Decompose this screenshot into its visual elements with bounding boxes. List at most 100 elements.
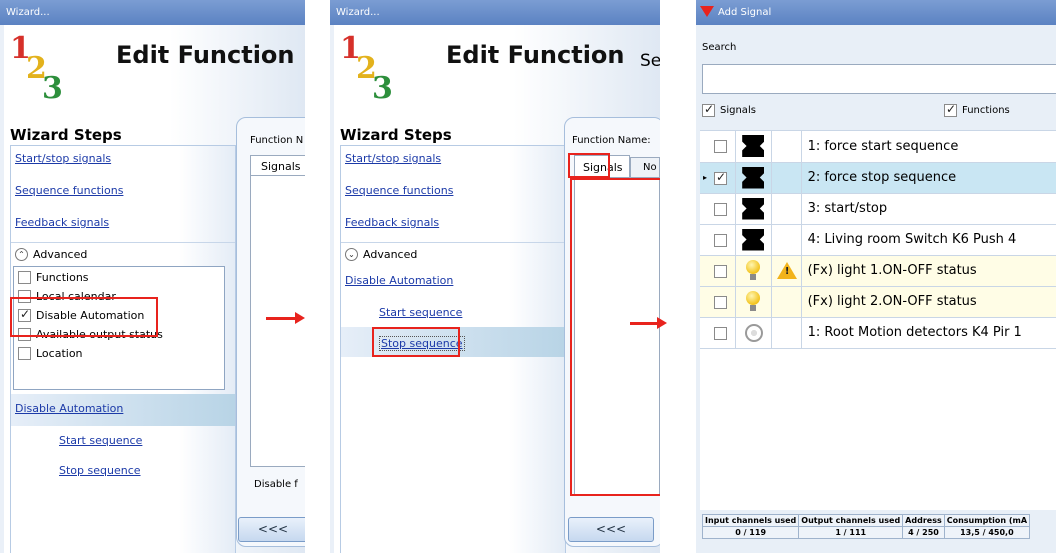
row-label: 1: Root Motion detectors K4 Pir 1 bbox=[807, 325, 1022, 340]
highlight-disable-automation bbox=[10, 297, 158, 337]
option-functions: Functions bbox=[36, 271, 89, 284]
highlight-signals-list bbox=[570, 178, 660, 496]
value-input-channels: 0 / 119 bbox=[701, 526, 800, 539]
table-row[interactable]: 1: force start sequence bbox=[700, 131, 1056, 163]
page-title: Edit Function bbox=[116, 41, 295, 69]
header-input-channels: Input channels used bbox=[701, 514, 800, 527]
functions-filter-label: Functions bbox=[962, 105, 1010, 116]
row-pointer-icon: ▸ bbox=[703, 172, 708, 182]
link-start-stop-signals[interactable]: Start/stop signals bbox=[15, 152, 111, 165]
table-row[interactable]: ▸ 2: force stop sequence bbox=[700, 162, 1056, 194]
wizard-content: 1 2 3 Edit Function Wizard Steps Start/s… bbox=[4, 25, 305, 553]
value-output-channels: 1 / 111 bbox=[798, 526, 904, 539]
checkbox-location[interactable] bbox=[18, 347, 31, 360]
search-label: Search bbox=[702, 42, 737, 53]
row-checkbox[interactable] bbox=[714, 170, 727, 185]
table-row[interactable]: 4: Living room Switch K6 Push 4 bbox=[700, 224, 1056, 256]
advanced-label: Advanced bbox=[363, 248, 418, 261]
dialog-title: Add Signal bbox=[718, 7, 772, 18]
header-consumption: Consumption (mA bbox=[943, 514, 1031, 527]
logo-123: 1 2 3 bbox=[340, 31, 393, 106]
link-start-sequence[interactable]: Start sequence bbox=[379, 306, 462, 319]
checkbox-functions[interactable] bbox=[18, 271, 31, 284]
row-label: 4: Living room Switch K6 Push 4 bbox=[807, 232, 1017, 247]
link-disable-automation[interactable]: Disable Automation bbox=[15, 402, 123, 415]
tab-signals[interactable]: Signals bbox=[250, 155, 305, 175]
tab-notes[interactable]: No bbox=[630, 157, 660, 177]
row-label: 1: force start sequence bbox=[807, 138, 959, 154]
expand-icon[interactable]: ⌄ bbox=[345, 248, 358, 261]
add-signal-dialog: Add Signal Search Signals Functions 1: f… bbox=[696, 0, 1056, 553]
signal-grid: 1: force start sequence ▸ 2: force stop … bbox=[700, 130, 1056, 510]
row-label: 3: start/stop bbox=[807, 201, 888, 216]
switch-icon bbox=[742, 228, 765, 251]
arrow-right bbox=[266, 312, 305, 324]
wizard-steps-box: Start/stop signals Sequence functions Fe… bbox=[10, 145, 236, 553]
wizard-steps-title: Wizard Steps bbox=[10, 126, 122, 144]
header-output-channels: Output channels used bbox=[798, 514, 904, 527]
row-checkbox[interactable] bbox=[714, 140, 727, 153]
option-location: Location bbox=[36, 347, 83, 360]
tab-label: No bbox=[643, 162, 657, 173]
value-address: 4 / 250 bbox=[902, 526, 945, 539]
link-sequence-functions[interactable]: Sequence functions bbox=[15, 184, 123, 197]
resource-summary: Input channels used Output channels used… bbox=[701, 514, 1031, 539]
bulb-base bbox=[750, 273, 757, 280]
table-row[interactable]: (Fx) light 2.ON-OFF status bbox=[700, 286, 1056, 318]
link-disable-automation[interactable]: Disable Automation bbox=[345, 274, 453, 287]
disable-label: Disable f bbox=[254, 479, 298, 490]
table-row[interactable]: 1: Root Motion detectors K4 Pir 1 bbox=[700, 317, 1056, 349]
row-checkbox[interactable] bbox=[714, 202, 727, 216]
search-input[interactable] bbox=[702, 64, 1056, 94]
window-title: Wizard... bbox=[330, 0, 660, 25]
arrow-right bbox=[630, 317, 667, 329]
collapse-icon[interactable]: ⌃ bbox=[15, 248, 28, 261]
motion-sensor-icon bbox=[745, 323, 764, 342]
link-feedback-signals[interactable]: Feedback signals bbox=[15, 216, 109, 229]
row-label: 2: force stop sequence bbox=[807, 170, 957, 185]
logo-123: 1 2 3 bbox=[10, 31, 63, 106]
table-row[interactable]: ! (Fx) light 1.ON-OFF status bbox=[700, 255, 1056, 287]
row-label: (Fx) light 1.ON-OFF status bbox=[807, 263, 977, 278]
row-label: (Fx) light 2.ON-OFF status bbox=[807, 294, 977, 309]
funnel-icon bbox=[700, 6, 714, 17]
warning-mark: ! bbox=[784, 265, 790, 277]
link-start-sequence[interactable]: Start sequence bbox=[59, 434, 142, 447]
signals-filter-label: Signals bbox=[720, 105, 756, 116]
bulb-icon bbox=[746, 290, 761, 305]
bulb-icon bbox=[746, 259, 761, 274]
function-name-label: Function N bbox=[250, 135, 304, 146]
switch-icon bbox=[742, 166, 765, 189]
row-checkbox[interactable] bbox=[714, 295, 727, 309]
row-checkbox[interactable] bbox=[714, 326, 727, 340]
switch-icon bbox=[742, 197, 765, 220]
window-title: Wizard... bbox=[0, 0, 305, 25]
highlight-signals-tab bbox=[568, 153, 610, 178]
link-feedback-signals[interactable]: Feedback signals bbox=[345, 216, 439, 229]
header-address: Address bbox=[902, 514, 945, 527]
advanced-label: Advanced bbox=[33, 248, 88, 261]
signals-filter-checkbox[interactable] bbox=[702, 102, 715, 117]
wizard-steps-title: Wizard Steps bbox=[340, 126, 452, 144]
back-button[interactable]: <<< bbox=[238, 517, 305, 542]
row-checkbox[interactable] bbox=[714, 233, 727, 247]
divider bbox=[11, 242, 235, 243]
back-button[interactable]: <<< bbox=[568, 517, 654, 542]
link-sequence-functions[interactable]: Sequence functions bbox=[345, 184, 453, 197]
link-stop-sequence[interactable]: Stop sequence bbox=[59, 464, 141, 477]
value-consumption: 13,5 / 450,0 bbox=[943, 526, 1031, 539]
wizard-panel-2: Wizard... 1 2 3 Edit Function Se Wizard … bbox=[330, 0, 660, 553]
function-name-label: Function Name: bbox=[572, 135, 651, 146]
dialog-title-bar: Add Signal bbox=[696, 0, 1056, 25]
link-start-stop-signals[interactable]: Start/stop signals bbox=[345, 152, 441, 165]
table-row[interactable]: 3: start/stop bbox=[700, 193, 1056, 225]
row-checkbox[interactable] bbox=[714, 264, 727, 278]
functions-filter-checkbox[interactable] bbox=[944, 102, 957, 117]
highlight-stop-sequence bbox=[372, 327, 460, 357]
signal-table: 1: force start sequence ▸ 2: force stop … bbox=[700, 131, 1056, 349]
divider bbox=[341, 242, 565, 243]
tab-label: Signals bbox=[261, 160, 301, 173]
switch-icon bbox=[742, 135, 765, 157]
bulb-base bbox=[750, 304, 757, 311]
wizard-panel-1: Wizard... 1 2 3 Edit Function Wizard Ste… bbox=[0, 0, 305, 553]
